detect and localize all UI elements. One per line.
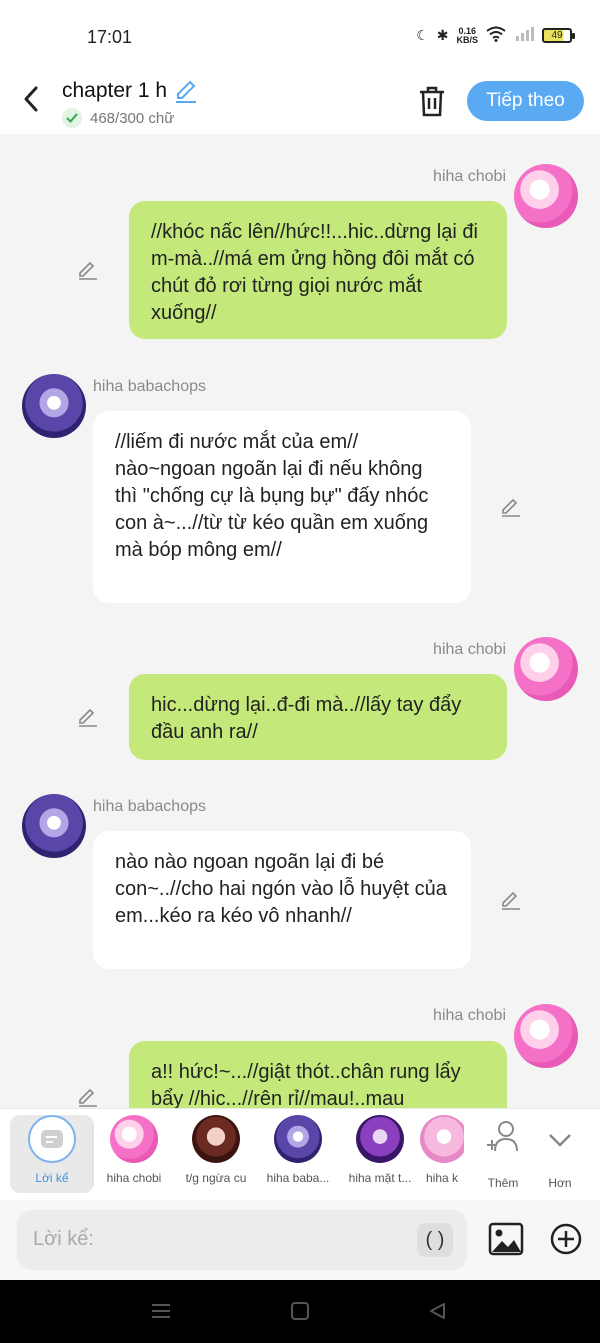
edit-title-icon[interactable]: [173, 78, 199, 104]
word-count: 468/300 chữ: [62, 108, 174, 128]
avatar[interactable]: [514, 1004, 578, 1068]
menu-nav-icon[interactable]: [151, 1302, 171, 1320]
net-speed: 0.16 KB/S: [456, 25, 478, 45]
editor-header: chapter 1 h 468/300 chữ Tiếp theo: [0, 72, 600, 134]
narration-icon: [28, 1115, 76, 1163]
image-icon: [488, 1222, 524, 1256]
input-bar: Lời kể: ( ): [0, 1200, 600, 1280]
edit-message-icon[interactable]: [77, 259, 99, 281]
trash-icon: [420, 86, 444, 117]
sender-name: hiha chobi: [433, 1007, 506, 1024]
chat-area[interactable]: hiha chobi //khóc nấc lên//hức!!...hic..…: [0, 134, 600, 1108]
avatar[interactable]: [514, 637, 578, 701]
plus-circle-icon: [550, 1223, 582, 1255]
character-bar: Lời kể hiha chobi t/g ngừa cu hiha baba.…: [0, 1108, 600, 1200]
avatar: [110, 1115, 158, 1163]
moon-icon: ☾: [416, 27, 429, 43]
wifi-icon: [486, 26, 506, 45]
avatar[interactable]: [22, 794, 86, 858]
status-icons: ☾ ✱ 0.16 KB/S 49: [416, 25, 575, 45]
insert-image-button[interactable]: [488, 1222, 524, 1256]
character-item[interactable]: hiha mặt t...: [338, 1115, 422, 1185]
message-bubble[interactable]: //liếm đi nước mắt của em// nào~ngoan ng…: [93, 411, 471, 603]
message-input[interactable]: Lời kể: ( ): [17, 1210, 467, 1270]
message-bubble[interactable]: //khóc nấc lên//hức!!...hic..dừng lại đi…: [129, 201, 507, 339]
chevron-left-icon: [24, 86, 38, 112]
more-button[interactable]: Hơn: [526, 1115, 594, 1190]
battery-icon: 49: [542, 28, 575, 43]
message-bubble[interactable]: hic...dừng lại..đ-đi mà..//lấy tay đẩy đ…: [129, 674, 507, 760]
back-button[interactable]: [20, 84, 44, 114]
character-item[interactable]: hiha chobi: [92, 1115, 176, 1185]
system-nav-bar: [0, 1280, 600, 1343]
status-time: 17:01: [87, 27, 133, 47]
bluetooth-icon: ✱: [436, 27, 449, 43]
avatar: [420, 1115, 464, 1163]
back-nav-icon[interactable]: [428, 1302, 446, 1320]
next-button[interactable]: Tiếp theo: [467, 81, 584, 121]
sender-name: hiha chobi: [433, 168, 506, 185]
avatar[interactable]: [22, 374, 86, 438]
edit-message-icon[interactable]: [500, 496, 522, 518]
message-bubble[interactable]: nào nào ngoan ngoãn lại đi bé con~..//ch…: [93, 831, 471, 969]
check-icon: [62, 108, 82, 128]
character-item[interactable]: t/g ngừa cu: [174, 1115, 258, 1185]
status-bar: 17:01 ☾ ✱ 0.16 KB/S 49: [0, 0, 600, 72]
signal-icon: [514, 27, 534, 44]
edit-message-icon[interactable]: [77, 1086, 99, 1108]
chevron-down-icon: [549, 1134, 571, 1147]
avatar: [192, 1115, 240, 1163]
character-item[interactable]: hiha k: [420, 1115, 464, 1185]
add-button[interactable]: [549, 1222, 583, 1256]
home-nav-icon[interactable]: [290, 1302, 310, 1320]
sender-name: hiha chobi: [433, 641, 506, 658]
character-narrator[interactable]: Lời kể: [10, 1115, 94, 1193]
parenthesis-button[interactable]: ( ): [417, 1223, 453, 1257]
chapter-title[interactable]: chapter 1 h: [62, 78, 199, 104]
delete-button[interactable]: [416, 84, 448, 118]
edit-message-icon[interactable]: [77, 706, 99, 728]
avatar: [274, 1115, 322, 1163]
message-bubble[interactable]: a!! hức!~...//giật thót..chân rung lẩy b…: [129, 1041, 507, 1108]
sender-name: hiha babachops: [93, 798, 206, 815]
avatar: [356, 1115, 404, 1163]
character-item[interactable]: hiha baba...: [256, 1115, 340, 1185]
sender-name: hiha babachops: [93, 378, 206, 395]
edit-message-icon[interactable]: [500, 889, 522, 911]
add-person-icon: [487, 1121, 518, 1152]
avatar[interactable]: [514, 164, 578, 228]
